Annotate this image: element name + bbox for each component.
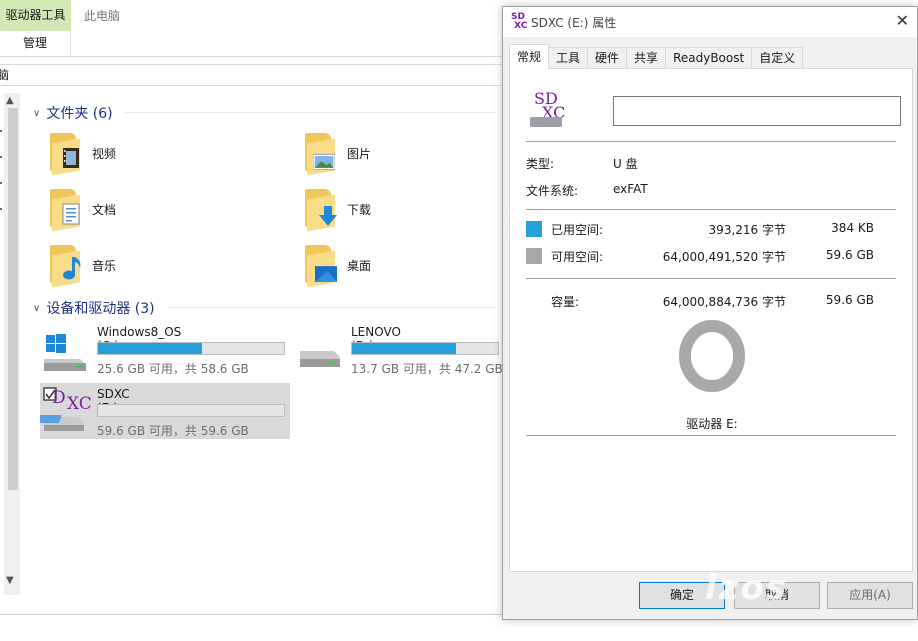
dialog-titlebar[interactable]: SD XC SDXC (E:) 属性 ✕ bbox=[503, 7, 917, 37]
free-space-swatch bbox=[526, 248, 542, 264]
folder-item-videos[interactable]: 视频 bbox=[50, 128, 116, 178]
folder-item-desktop[interactable]: 桌面 bbox=[305, 240, 371, 290]
folders-section-title: 文件夹 (6) bbox=[46, 106, 113, 122]
documents-folder-icon bbox=[50, 189, 80, 232]
section-rule bbox=[125, 112, 495, 113]
folder-label: 下载 bbox=[347, 202, 372, 217]
folder-item-music[interactable]: 音乐 bbox=[50, 240, 116, 290]
capacity-donut-chart bbox=[679, 320, 745, 392]
cancel-button[interactable]: 取消 bbox=[734, 582, 820, 609]
separator bbox=[526, 435, 896, 436]
drive-stats: 59.6 GB 可用，共 59.6 GB bbox=[97, 424, 249, 438]
general-tab-panel: SD XC 类型: U 盘 文件系统: exFAT 已用空间: 393,216 字… bbox=[509, 68, 913, 572]
folders-section-header[interactable]: ∨ 文件夹 (6) bbox=[33, 103, 113, 123]
desktop-folder-icon bbox=[305, 245, 337, 288]
folder-label: 图片 bbox=[347, 146, 372, 161]
apply-button[interactable]: 应用(A) bbox=[827, 582, 913, 609]
sdxc-drive-icon: SD XC bbox=[530, 89, 570, 133]
folder-item-documents[interactable]: 文档 bbox=[50, 184, 116, 234]
tab-readyboost[interactable]: ReadyBoost bbox=[665, 47, 753, 69]
tab-customize[interactable]: 自定义 bbox=[751, 47, 804, 69]
music-folder-icon bbox=[50, 245, 81, 288]
sdxc-card-icon: D XC bbox=[32, 387, 92, 431]
ribbon-divider bbox=[0, 56, 503, 57]
windows-drive-icon bbox=[40, 333, 86, 371]
pictures-folder-icon bbox=[305, 133, 335, 176]
ribbon-tab-manage[interactable]: 管理 bbox=[0, 31, 71, 56]
collapse-chevron-icon[interactable]: ∨ bbox=[33, 108, 40, 119]
drive-usage-bar bbox=[97, 342, 285, 355]
downloads-folder-icon bbox=[305, 189, 337, 232]
window-title: 此电脑 bbox=[84, 9, 121, 23]
type-label: 类型: bbox=[526, 157, 555, 171]
ribbon-tab-drive-tools[interactable]: 驱动器工具 bbox=[0, 0, 71, 31]
drive-label-input[interactable] bbox=[613, 96, 901, 126]
scroll-down-arrow-icon[interactable]: ▼ bbox=[6, 575, 14, 586]
drive-usage-fill bbox=[352, 343, 456, 354]
explorer-bottom-border bbox=[0, 614, 503, 615]
used-space-bytes: 393,216 字节 bbox=[708, 223, 786, 237]
filesystem-label: 文件系统: bbox=[526, 184, 579, 198]
tab-tools[interactable]: 工具 bbox=[548, 47, 589, 69]
address-text: 脑 bbox=[0, 68, 10, 82]
folder-item-downloads[interactable]: 下载 bbox=[305, 184, 371, 234]
section-rule bbox=[168, 307, 495, 308]
folder-label: 音乐 bbox=[92, 258, 117, 273]
free-space-short: 59.6 GB bbox=[825, 248, 874, 262]
scroll-up-arrow-icon[interactable]: ▲ bbox=[6, 95, 14, 106]
devices-section-title: 设备和驱动器 (3) bbox=[46, 301, 155, 317]
tab-sharing[interactable]: 共享 bbox=[626, 47, 667, 69]
hard-drive-icon bbox=[294, 333, 340, 367]
separator bbox=[526, 141, 896, 142]
drive-caption: 驱动器 E: bbox=[686, 417, 738, 431]
type-value: U 盘 bbox=[613, 157, 638, 171]
folder-label: 文档 bbox=[92, 202, 117, 217]
capacity-label: 容量: bbox=[551, 295, 580, 309]
capacity-bytes: 64,000,884,736 字节 bbox=[662, 295, 786, 309]
collapse-chevron-icon[interactable]: ∨ bbox=[33, 303, 40, 314]
svg-text:XC: XC bbox=[67, 394, 92, 414]
filesystem-value: exFAT bbox=[613, 182, 648, 196]
tab-hardware[interactable]: 硬件 bbox=[587, 47, 628, 69]
used-space-label: 已用空间: bbox=[551, 223, 604, 237]
free-space-bytes: 64,000,491,520 字节 bbox=[662, 250, 786, 264]
address-bar[interactable] bbox=[0, 64, 503, 86]
drive-usage-fill bbox=[98, 343, 203, 354]
devices-section-header[interactable]: ∨ 设备和驱动器 (3) bbox=[33, 298, 155, 318]
drive-stats: 25.6 GB 可用，共 58.6 GB bbox=[97, 362, 249, 376]
scroll-thumb[interactable] bbox=[8, 108, 18, 490]
drive-usage-bar bbox=[351, 342, 499, 355]
dialog-tabs: 常规 工具 硬件 共享 ReadyBoost 自定义 bbox=[509, 44, 804, 69]
folder-label: 桌面 bbox=[347, 258, 372, 273]
used-space-short: 384 KB bbox=[831, 221, 874, 235]
close-icon[interactable]: ✕ bbox=[896, 11, 909, 30]
separator bbox=[526, 278, 896, 279]
drive-stats: 13.7 GB 可用，共 47.2 GB bbox=[351, 362, 503, 376]
properties-dialog: SD XC SDXC (E:) 属性 ✕ 常规 工具 硬件 共享 ReadyBo… bbox=[502, 6, 918, 620]
svg-text:D: D bbox=[52, 388, 66, 408]
dialog-title: SDXC (E:) 属性 bbox=[531, 16, 617, 30]
separator bbox=[526, 209, 896, 210]
used-space-swatch bbox=[526, 221, 542, 237]
video-folder-icon bbox=[50, 133, 80, 176]
folder-item-pictures[interactable]: 图片 bbox=[305, 128, 371, 178]
drive-usage-bar bbox=[97, 404, 285, 417]
folder-label: 视频 bbox=[92, 146, 117, 161]
tab-general[interactable]: 常规 bbox=[509, 44, 550, 69]
capacity-short: 59.6 GB bbox=[825, 293, 874, 307]
free-space-label: 可用空间: bbox=[551, 250, 604, 264]
ok-button[interactable]: 确定 bbox=[639, 582, 725, 609]
nav-pane-edge bbox=[0, 130, 3, 234]
sdxc-title-icon: SD XC bbox=[511, 12, 528, 31]
